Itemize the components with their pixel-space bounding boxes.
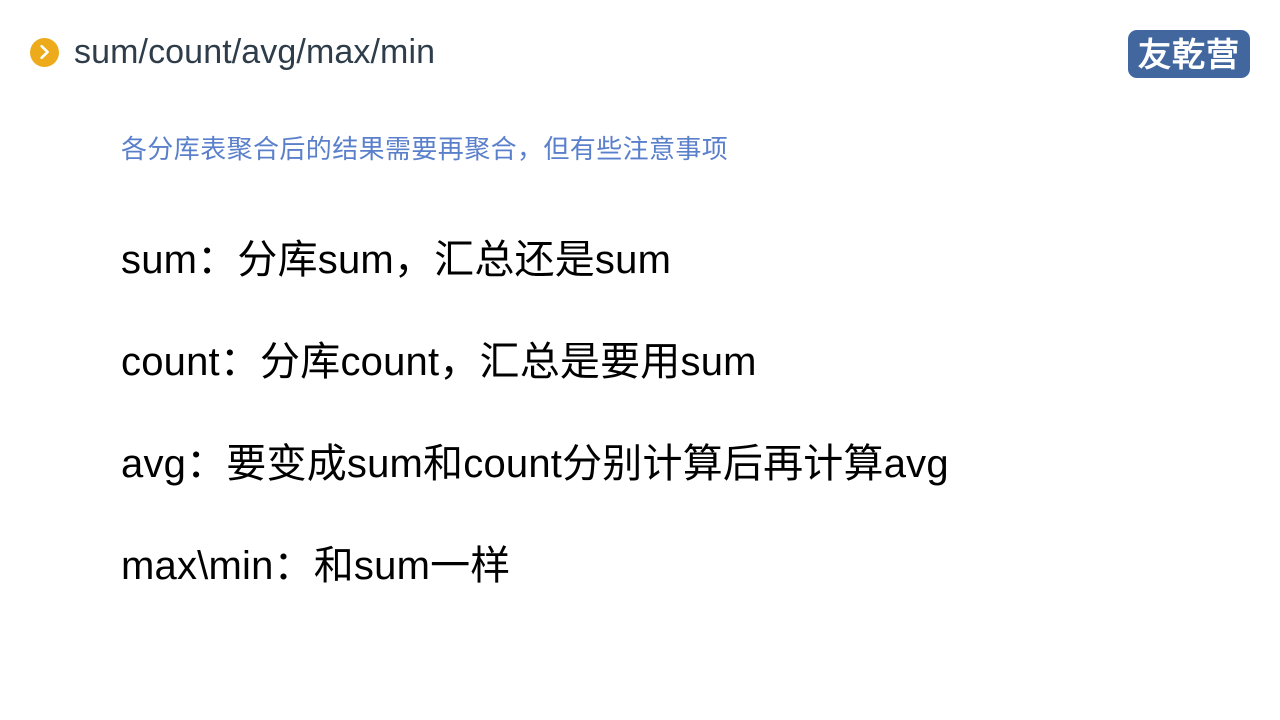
slide-title-row: sum/count/avg/max/min (30, 32, 435, 72)
list-item: count：分库count，汇总是要用sum (121, 340, 757, 384)
slide-header: sum/count/avg/max/min 友乾营 (0, 0, 1280, 100)
brand-logo: 友乾营 (1128, 30, 1250, 78)
brand-logo-text: 友乾营 (1138, 34, 1240, 74)
list-item: max\min：和sum一样 (121, 544, 511, 588)
aggregation-rules-list: sum：分库sum，汇总还是sum count：分库count，汇总是要用sum… (121, 236, 1201, 590)
list-item: avg：要变成sum和count分别计算后再计算avg (121, 442, 949, 486)
page-title: sum/count/avg/max/min (74, 33, 436, 71)
chevron-right-circle-icon (30, 37, 59, 67)
list-item: sum：分库sum，汇总还是sum (121, 238, 672, 282)
slide-subtitle: 各分库表聚合后的结果需要再聚合，但有些注意事项 (121, 134, 729, 164)
slide-canvas: sum/count/avg/max/min 友乾营 各分库表聚合后的结果需要再聚… (0, 0, 1280, 720)
